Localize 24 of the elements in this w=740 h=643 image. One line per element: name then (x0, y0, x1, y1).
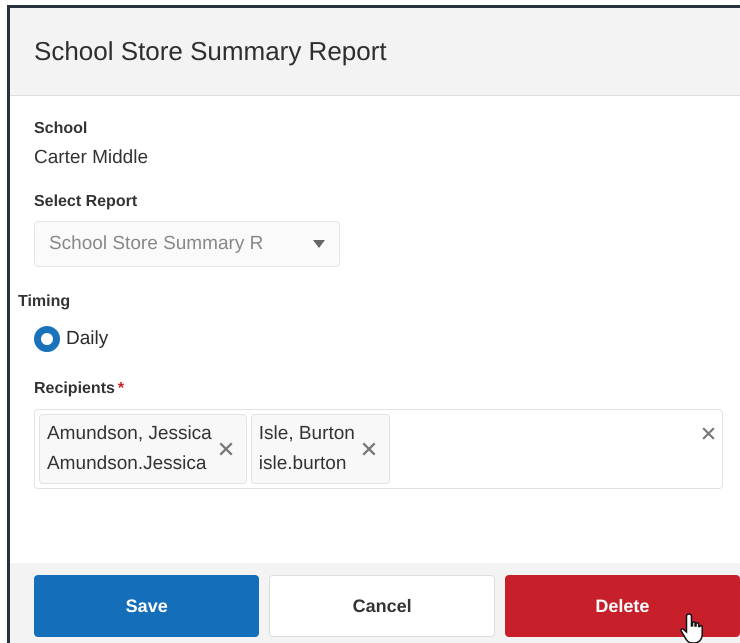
panel-title: School Store Summary Report (34, 36, 387, 67)
clear-button[interactable] (701, 426, 716, 441)
radio-button[interactable] (34, 326, 60, 352)
recipient-name: Isle, Burton (258, 422, 355, 446)
caret-icon (313, 240, 325, 248)
remove-button[interactable] (360, 441, 377, 457)
field-label: Timing (18, 293, 72, 311)
remove-button[interactable] (218, 441, 234, 457)
recipient-username: Amundson.Jessica (47, 452, 208, 476)
field-label: Select Report (34, 193, 138, 211)
field-label: School (34, 120, 88, 138)
recipients-field[interactable]: Amundson, Jessica Amundson.Jessica Isle, Burton isle.burton (34, 409, 723, 489)
recipient-username: isle.burton (258, 452, 348, 476)
cancel-button[interactable]: Cancel (269, 575, 495, 637)
save-button[interactable]: Save (34, 575, 260, 637)
delete-button[interactable]: Delete (504, 575, 740, 637)
close-icon (360, 441, 377, 457)
close-icon (701, 426, 716, 441)
school-value: Carter Middle (34, 147, 150, 169)
recipient-name: Amundson, Jessica (47, 422, 212, 446)
close-icon (218, 441, 234, 457)
required-marker: * (118, 380, 124, 397)
radio-option[interactable]: Daily (34, 326, 726, 352)
recipients-label: Recipients (34, 380, 115, 397)
